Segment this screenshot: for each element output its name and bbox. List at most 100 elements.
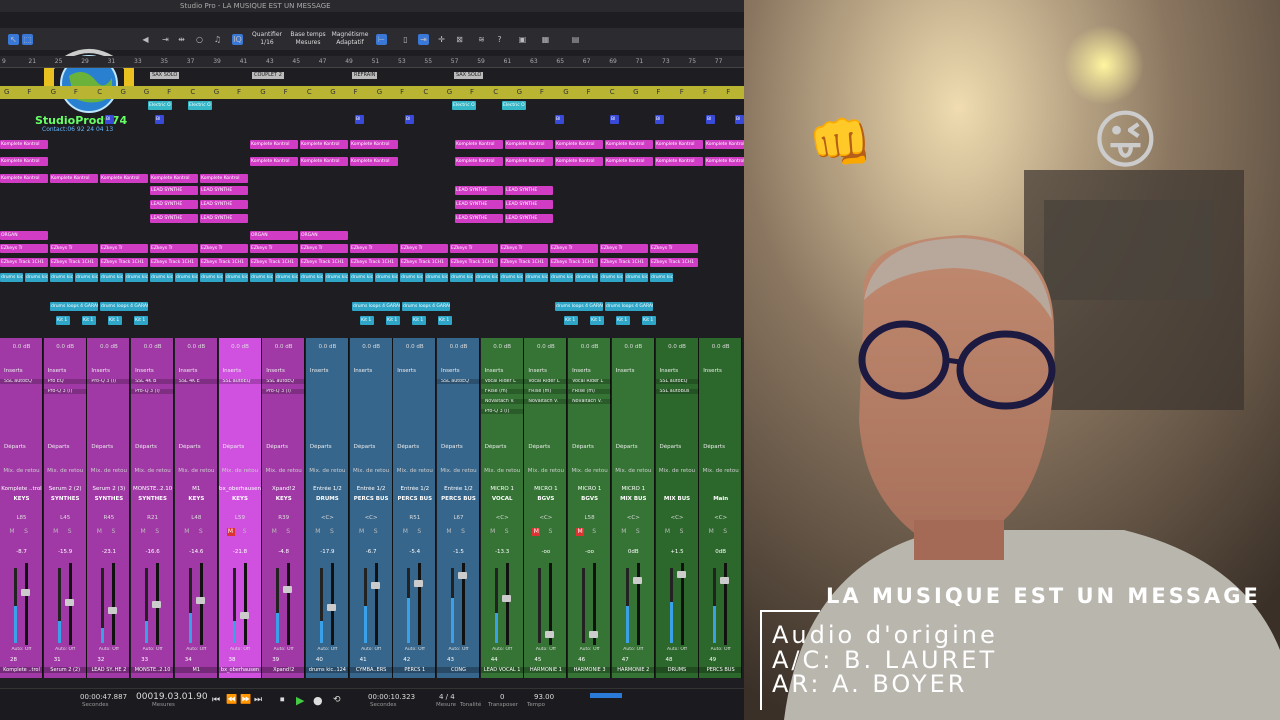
arrange-clip[interactable]: Kit 1 [108, 316, 122, 325]
arrange-clip[interactable]: Komplete Kontrol [200, 174, 248, 183]
arrange-clip[interactable]: EZkeys Tr [350, 244, 398, 253]
arrange-clip[interactable]: Electric O [452, 101, 476, 110]
solo-button[interactable]: S [66, 528, 74, 536]
mute-button[interactable]: M [8, 528, 16, 536]
volume-value[interactable]: -14.6 [175, 549, 218, 555]
volume-fader[interactable] [632, 563, 642, 645]
arrange-clip[interactable]: Komplete Kontrol [455, 157, 503, 166]
inserts-header[interactable]: Inserts [393, 368, 436, 374]
arrange-clip[interactable]: Komplete Kontrol [655, 157, 703, 166]
inserts-header[interactable]: Inserts [612, 368, 655, 374]
volume-fader[interactable] [64, 563, 74, 645]
arrange-clip[interactable]: EZkeys Track 1CH1 [350, 258, 398, 267]
mixer-channel[interactable]: 0.0 dB Inserts Départs Mix. de retou Entrée … [393, 338, 437, 678]
sends-header[interactable]: Départs [393, 444, 436, 450]
arrange-clip[interactable]: drums kic [650, 273, 673, 282]
insert-slot[interactable]: Vocal Rider L [568, 379, 612, 384]
arrange-clip[interactable]: Kit 1 [360, 316, 374, 325]
chord-symbol[interactable]: F [27, 88, 31, 96]
pan-value[interactable]: L48 [175, 515, 218, 521]
automation-mode[interactable]: Auto: Off [699, 647, 742, 652]
fader-cap[interactable] [414, 579, 424, 587]
arrange-clip[interactable]: drums kic [525, 273, 548, 282]
fader-cap[interactable] [676, 570, 686, 578]
volume-fader[interactable] [370, 563, 380, 645]
insert-slot[interactable]: Novaltach V. [568, 399, 612, 404]
chord-symbol[interactable]: C [493, 88, 498, 96]
mixer-channel[interactable]: 0.0 dB Inserts SSL autoEQ Départs Mix. de re… [0, 338, 43, 678]
arrange-clip[interactable]: LEAD SYNTHE [200, 200, 248, 209]
insert-slot[interactable]: Pro-Q 3 (I) [262, 389, 306, 394]
volume-fader[interactable] [458, 563, 467, 645]
channel-input-name[interactable]: MICRO 1 [568, 486, 611, 492]
mute-button[interactable]: M [314, 528, 322, 536]
arrange-clip[interactable]: drums kic [600, 273, 623, 282]
arrange-clip[interactable]: Komplete Kontrol [300, 140, 348, 149]
volume-value[interactable]: -16.6 [131, 549, 174, 555]
insert-slot[interactable]: Vocal Rider L [524, 379, 568, 384]
arrange-clip[interactable]: Komplete Kontrol [0, 157, 48, 166]
arrange-clip[interactable]: EZkeys Track 1CH1 [450, 258, 498, 267]
solo-button[interactable]: S [372, 528, 380, 536]
arrange-clip[interactable]: ORGAN [300, 231, 348, 240]
mixer-channel[interactable]: 0.0 dB Inserts Vocal Rider L FRise (m) Noval… [524, 338, 568, 678]
arrange-clip[interactable]: LEAD SYNTHE [505, 200, 553, 209]
arrange-clip[interactable]: Bl [655, 115, 664, 124]
arrange-clip[interactable]: Komplete Kontrol [705, 157, 744, 166]
volume-value[interactable]: -oo [568, 549, 611, 555]
mixer-channel[interactable]: 0.0 dB Inserts Pro-Q 3 (I) Départs Mix. de r… [87, 338, 131, 678]
sends-header[interactable]: Départs [612, 444, 655, 450]
automation-mode[interactable]: Auto: Off [656, 647, 699, 652]
arrange-clip[interactable]: drums kic [575, 273, 598, 282]
arrange-clip[interactable]: Komplete Kontrol [655, 140, 703, 149]
arrange-clip[interactable]: Komplete Kontrol [605, 157, 653, 166]
arrange-clip[interactable]: EZkeys Track 1CH1 [200, 258, 248, 267]
solo-button[interactable]: S [590, 528, 598, 536]
chord-symbol[interactable]: G [633, 88, 638, 96]
mixer-channel[interactable]: 0.0 dB Inserts Vocal Rider L FRise (m) Noval… [568, 338, 612, 678]
chord-symbol[interactable]: G [447, 88, 452, 96]
arrange-clip[interactable]: Komplete Kontrol [300, 157, 348, 166]
bend-tool-icon[interactable]: ⇹ [176, 34, 187, 45]
solo-button[interactable]: S [153, 528, 161, 536]
fader-cap[interactable] [632, 576, 642, 584]
solo-button[interactable]: S [22, 528, 30, 536]
channel-input-name[interactable]: M1 [175, 486, 218, 492]
sends-header[interactable]: Départs [699, 444, 742, 450]
volume-value[interactable]: 0dB [612, 549, 655, 555]
arrange-clip[interactable]: LEAD SYNTHE [505, 186, 553, 195]
volume-value[interactable]: -6.7 [350, 549, 393, 555]
arrange-clip[interactable]: EZkeys Track 1CH1 [100, 258, 148, 267]
fader-cap[interactable] [64, 599, 74, 606]
arrange-clip[interactable]: EZkeys Track 1CH1 [250, 258, 298, 267]
arrange-clip[interactable]: Komplete Kontrol [505, 157, 553, 166]
insert-slot[interactable]: FRise (m) [568, 389, 612, 394]
arrange-clip[interactable]: Komplete Kontrol [350, 157, 398, 166]
mixer-channel[interactable]: 0.0 dB Inserts Départs Mix. de retou Entrée … [305, 338, 349, 678]
arrange-clip[interactable]: drums kic [625, 273, 648, 282]
chord-symbol[interactable]: F [726, 88, 730, 96]
arrange-clip[interactable]: EZkeys Tr [450, 244, 498, 253]
arrange-clip[interactable]: LEAD SYNTHE [455, 214, 503, 223]
automation-mode[interactable]: Auto: Off [262, 647, 305, 652]
pan-value[interactable]: R39 [262, 515, 305, 521]
pan-value[interactable]: <C> [656, 515, 699, 521]
mute-button[interactable]: M [139, 528, 147, 536]
insert-slot[interactable]: Novaltach V. [524, 399, 568, 404]
volume-value[interactable]: -oo [524, 549, 567, 555]
pan-value[interactable]: <C> [524, 515, 567, 521]
channel-input-name[interactable]: MICRO 1 [524, 486, 567, 492]
insert-slot[interactable]: SSL autoEQ [262, 379, 306, 384]
arrange-clip[interactable]: drums kic [275, 273, 298, 282]
chord-symbol[interactable]: F [587, 88, 591, 96]
arrange-clip[interactable]: LEAD SYNTHE [455, 186, 503, 195]
mute-button[interactable]: M [532, 528, 541, 536]
arrange-clip[interactable]: drums kic [100, 273, 123, 282]
chord-symbol[interactable]: F [237, 88, 241, 96]
insert-slot[interactable]: Pro EQ [43, 379, 87, 384]
automation-mode[interactable]: Auto: Off [131, 647, 174, 652]
inserts-header[interactable]: Inserts [699, 368, 742, 374]
solo-button[interactable]: S [459, 528, 467, 536]
arrange-clip[interactable]: drums kic [150, 273, 173, 282]
fader-cap[interactable] [239, 611, 249, 619]
